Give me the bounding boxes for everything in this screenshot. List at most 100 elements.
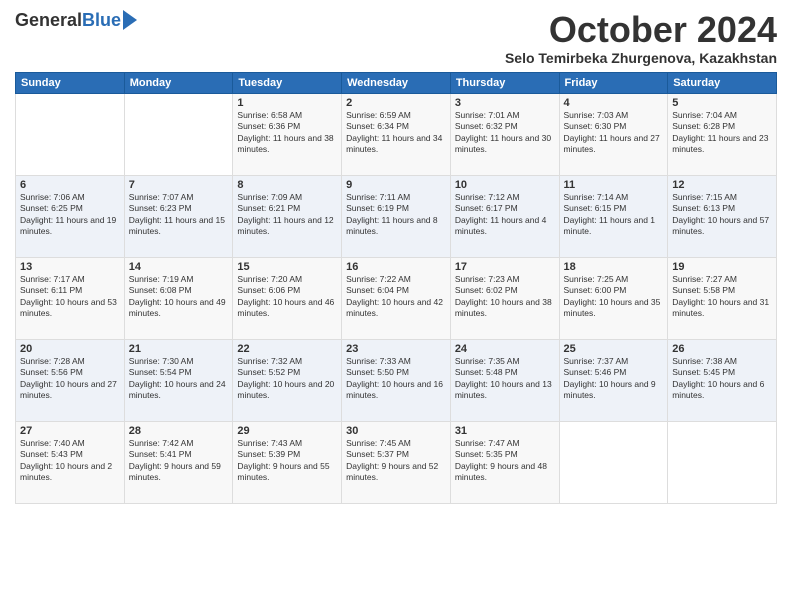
header-day-wednesday: Wednesday bbox=[342, 72, 451, 93]
day-number: 10 bbox=[455, 179, 555, 191]
day-info: Sunrise: 7:17 AM Sunset: 6:11 PM Dayligh… bbox=[20, 274, 120, 320]
day-info: Sunrise: 7:28 AM Sunset: 5:56 PM Dayligh… bbox=[20, 356, 120, 402]
header: General Blue October 2024 Selo Temirbeka… bbox=[15, 10, 777, 66]
calendar-cell: 5Sunrise: 7:04 AM Sunset: 6:28 PM Daylig… bbox=[668, 93, 777, 175]
day-number: 21 bbox=[129, 343, 229, 355]
calendar-cell: 8Sunrise: 7:09 AM Sunset: 6:21 PM Daylig… bbox=[233, 175, 342, 257]
location: Selo Temirbeka Zhurgenova, Kazakhstan bbox=[505, 50, 777, 66]
calendar-cell: 16Sunrise: 7:22 AM Sunset: 6:04 PM Dayli… bbox=[342, 257, 451, 339]
calendar-cell bbox=[124, 93, 233, 175]
day-info: Sunrise: 7:43 AM Sunset: 5:39 PM Dayligh… bbox=[237, 438, 337, 484]
day-number: 7 bbox=[129, 179, 229, 191]
calendar-cell: 27Sunrise: 7:40 AM Sunset: 5:43 PM Dayli… bbox=[16, 421, 125, 503]
calendar-cell: 9Sunrise: 7:11 AM Sunset: 6:19 PM Daylig… bbox=[342, 175, 451, 257]
calendar-cell: 20Sunrise: 7:28 AM Sunset: 5:56 PM Dayli… bbox=[16, 339, 125, 421]
day-number: 25 bbox=[564, 343, 664, 355]
day-info: Sunrise: 7:14 AM Sunset: 6:15 PM Dayligh… bbox=[564, 192, 664, 238]
day-info: Sunrise: 7:09 AM Sunset: 6:21 PM Dayligh… bbox=[237, 192, 337, 238]
day-info: Sunrise: 7:47 AM Sunset: 5:35 PM Dayligh… bbox=[455, 438, 555, 484]
calendar-cell bbox=[668, 421, 777, 503]
calendar-table: SundayMondayTuesdayWednesdayThursdayFrid… bbox=[15, 72, 777, 504]
calendar-cell: 11Sunrise: 7:14 AM Sunset: 6:15 PM Dayli… bbox=[559, 175, 668, 257]
calendar-cell: 2Sunrise: 6:59 AM Sunset: 6:34 PM Daylig… bbox=[342, 93, 451, 175]
day-info: Sunrise: 7:37 AM Sunset: 5:46 PM Dayligh… bbox=[564, 356, 664, 402]
day-number: 1 bbox=[237, 97, 337, 109]
day-info: Sunrise: 7:42 AM Sunset: 5:41 PM Dayligh… bbox=[129, 438, 229, 484]
day-info: Sunrise: 7:45 AM Sunset: 5:37 PM Dayligh… bbox=[346, 438, 446, 484]
day-info: Sunrise: 7:40 AM Sunset: 5:43 PM Dayligh… bbox=[20, 438, 120, 484]
day-number: 27 bbox=[20, 425, 120, 437]
calendar-cell: 22Sunrise: 7:32 AM Sunset: 5:52 PM Dayli… bbox=[233, 339, 342, 421]
day-info: Sunrise: 7:11 AM Sunset: 6:19 PM Dayligh… bbox=[346, 192, 446, 238]
day-info: Sunrise: 7:01 AM Sunset: 6:32 PM Dayligh… bbox=[455, 110, 555, 156]
calendar-cell: 13Sunrise: 7:17 AM Sunset: 6:11 PM Dayli… bbox=[16, 257, 125, 339]
month-title: October 2024 bbox=[505, 10, 777, 50]
header-day-monday: Monday bbox=[124, 72, 233, 93]
day-info: Sunrise: 7:25 AM Sunset: 6:00 PM Dayligh… bbox=[564, 274, 664, 320]
day-number: 22 bbox=[237, 343, 337, 355]
calendar-cell: 18Sunrise: 7:25 AM Sunset: 6:00 PM Dayli… bbox=[559, 257, 668, 339]
day-number: 11 bbox=[564, 179, 664, 191]
calendar-cell: 15Sunrise: 7:20 AM Sunset: 6:06 PM Dayli… bbox=[233, 257, 342, 339]
day-info: Sunrise: 7:15 AM Sunset: 6:13 PM Dayligh… bbox=[672, 192, 772, 238]
day-number: 5 bbox=[672, 97, 772, 109]
calendar-cell: 7Sunrise: 7:07 AM Sunset: 6:23 PM Daylig… bbox=[124, 175, 233, 257]
calendar-cell: 28Sunrise: 7:42 AM Sunset: 5:41 PM Dayli… bbox=[124, 421, 233, 503]
calendar-cell: 25Sunrise: 7:37 AM Sunset: 5:46 PM Dayli… bbox=[559, 339, 668, 421]
day-info: Sunrise: 7:27 AM Sunset: 5:58 PM Dayligh… bbox=[672, 274, 772, 320]
day-number: 26 bbox=[672, 343, 772, 355]
day-number: 20 bbox=[20, 343, 120, 355]
header-day-tuesday: Tuesday bbox=[233, 72, 342, 93]
header-day-saturday: Saturday bbox=[668, 72, 777, 93]
day-info: Sunrise: 6:58 AM Sunset: 6:36 PM Dayligh… bbox=[237, 110, 337, 156]
day-number: 6 bbox=[20, 179, 120, 191]
day-info: Sunrise: 7:23 AM Sunset: 6:02 PM Dayligh… bbox=[455, 274, 555, 320]
calendar-header: SundayMondayTuesdayWednesdayThursdayFrid… bbox=[16, 72, 777, 93]
day-number: 23 bbox=[346, 343, 446, 355]
logo-general-text: General bbox=[15, 10, 82, 31]
header-day-thursday: Thursday bbox=[450, 72, 559, 93]
day-info: Sunrise: 7:35 AM Sunset: 5:48 PM Dayligh… bbox=[455, 356, 555, 402]
header-day-sunday: Sunday bbox=[16, 72, 125, 93]
calendar-cell: 3Sunrise: 7:01 AM Sunset: 6:32 PM Daylig… bbox=[450, 93, 559, 175]
day-number: 31 bbox=[455, 425, 555, 437]
calendar-week-1: 1Sunrise: 6:58 AM Sunset: 6:36 PM Daylig… bbox=[16, 93, 777, 175]
day-info: Sunrise: 7:20 AM Sunset: 6:06 PM Dayligh… bbox=[237, 274, 337, 320]
calendar-cell: 12Sunrise: 7:15 AM Sunset: 6:13 PM Dayli… bbox=[668, 175, 777, 257]
day-number: 28 bbox=[129, 425, 229, 437]
day-info: Sunrise: 7:06 AM Sunset: 6:25 PM Dayligh… bbox=[20, 192, 120, 238]
calendar-cell: 23Sunrise: 7:33 AM Sunset: 5:50 PM Dayli… bbox=[342, 339, 451, 421]
header-row: SundayMondayTuesdayWednesdayThursdayFrid… bbox=[16, 72, 777, 93]
day-number: 8 bbox=[237, 179, 337, 191]
day-info: Sunrise: 7:12 AM Sunset: 6:17 PM Dayligh… bbox=[455, 192, 555, 238]
day-info: Sunrise: 7:03 AM Sunset: 6:30 PM Dayligh… bbox=[564, 110, 664, 156]
calendar-cell: 21Sunrise: 7:30 AM Sunset: 5:54 PM Dayli… bbox=[124, 339, 233, 421]
logo-arrow-icon bbox=[123, 10, 137, 30]
day-number: 12 bbox=[672, 179, 772, 191]
calendar-cell: 24Sunrise: 7:35 AM Sunset: 5:48 PM Dayli… bbox=[450, 339, 559, 421]
day-number: 19 bbox=[672, 261, 772, 273]
title-section: October 2024 Selo Temirbeka Zhurgenova, … bbox=[505, 10, 777, 66]
calendar-body: 1Sunrise: 6:58 AM Sunset: 6:36 PM Daylig… bbox=[16, 93, 777, 503]
day-info: Sunrise: 7:32 AM Sunset: 5:52 PM Dayligh… bbox=[237, 356, 337, 402]
calendar-cell: 31Sunrise: 7:47 AM Sunset: 5:35 PM Dayli… bbox=[450, 421, 559, 503]
day-info: Sunrise: 7:30 AM Sunset: 5:54 PM Dayligh… bbox=[129, 356, 229, 402]
day-number: 14 bbox=[129, 261, 229, 273]
day-info: Sunrise: 7:33 AM Sunset: 5:50 PM Dayligh… bbox=[346, 356, 446, 402]
day-number: 2 bbox=[346, 97, 446, 109]
logo-blue-text: Blue bbox=[82, 10, 121, 31]
calendar-cell: 19Sunrise: 7:27 AM Sunset: 5:58 PM Dayli… bbox=[668, 257, 777, 339]
day-number: 18 bbox=[564, 261, 664, 273]
day-info: Sunrise: 7:38 AM Sunset: 5:45 PM Dayligh… bbox=[672, 356, 772, 402]
calendar-cell: 4Sunrise: 7:03 AM Sunset: 6:30 PM Daylig… bbox=[559, 93, 668, 175]
calendar-cell bbox=[16, 93, 125, 175]
calendar-week-3: 13Sunrise: 7:17 AM Sunset: 6:11 PM Dayli… bbox=[16, 257, 777, 339]
header-day-friday: Friday bbox=[559, 72, 668, 93]
calendar-cell: 6Sunrise: 7:06 AM Sunset: 6:25 PM Daylig… bbox=[16, 175, 125, 257]
day-info: Sunrise: 7:07 AM Sunset: 6:23 PM Dayligh… bbox=[129, 192, 229, 238]
day-number: 24 bbox=[455, 343, 555, 355]
calendar-cell: 29Sunrise: 7:43 AM Sunset: 5:39 PM Dayli… bbox=[233, 421, 342, 503]
day-number: 13 bbox=[20, 261, 120, 273]
day-number: 29 bbox=[237, 425, 337, 437]
day-number: 17 bbox=[455, 261, 555, 273]
